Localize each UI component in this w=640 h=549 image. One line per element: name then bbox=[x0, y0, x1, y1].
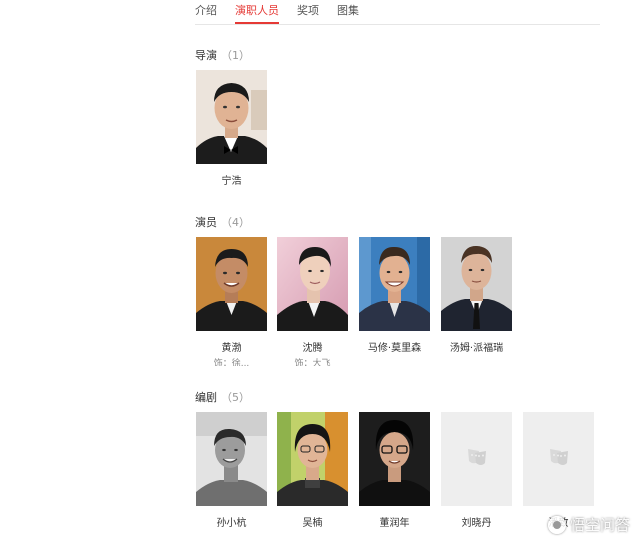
person-name[interactable]: 吴楠 bbox=[277, 514, 348, 529]
person-photo[interactable] bbox=[359, 237, 430, 331]
section-count: （4） bbox=[221, 216, 250, 229]
person-name[interactable]: 黄渤 bbox=[196, 339, 267, 354]
person-photo[interactable] bbox=[359, 412, 430, 506]
watermark-text: 悟空问答 bbox=[569, 516, 630, 534]
person-card-writer-4[interactable]: 刘晓丹 bbox=[441, 412, 512, 529]
person-name[interactable]: 刘晓丹 bbox=[441, 514, 512, 529]
section-title-actors: 演员 （4） bbox=[195, 214, 250, 230]
section-title-label: 演员 bbox=[195, 216, 217, 229]
person-card-writer-3[interactable]: 董润年 bbox=[359, 412, 430, 529]
person-photo[interactable] bbox=[196, 412, 267, 506]
section-title-writers: 编剧 （5） bbox=[195, 389, 250, 405]
section-title-label: 编剧 bbox=[195, 391, 217, 404]
person-photo[interactable] bbox=[441, 237, 512, 331]
tab-gallery[interactable]: 图集 bbox=[337, 2, 359, 24]
person-photo[interactable] bbox=[196, 237, 267, 331]
person-card-writer-2[interactable]: 吴楠 bbox=[277, 412, 348, 529]
person-name[interactable]: 宁浩 bbox=[196, 172, 267, 187]
person-card-actor-3[interactable]: 马修·莫里森 bbox=[359, 237, 430, 366]
section-count: （1） bbox=[221, 49, 250, 62]
person-role: 饰：徐... bbox=[213, 359, 250, 366]
person-name[interactable]: 马修·莫里森 bbox=[359, 339, 430, 354]
tab-awards[interactable]: 奖项 bbox=[297, 2, 319, 24]
person-name[interactable]: 汤姆·派福瑞 bbox=[441, 339, 512, 354]
person-name[interactable]: 沈腾 bbox=[277, 339, 348, 354]
section-title-director: 导演 （1） bbox=[195, 47, 250, 63]
tab-cast-crew[interactable]: 演职人员 bbox=[235, 2, 279, 24]
person-card-actor-2[interactable]: 沈腾 饰：大飞 bbox=[277, 237, 348, 366]
person-role bbox=[359, 356, 430, 366]
person-card-writer-1[interactable]: 孙小杭 bbox=[196, 412, 267, 529]
person-card-actor-4[interactable]: 汤姆·派福瑞 bbox=[441, 237, 512, 366]
person-name[interactable]: 董润年 bbox=[359, 514, 430, 529]
person-photo[interactable] bbox=[277, 237, 348, 331]
watermark-logo-icon bbox=[547, 515, 566, 534]
person-name[interactable]: 孙小杭 bbox=[196, 514, 267, 529]
section-title-label: 导演 bbox=[195, 49, 217, 62]
person-card-actor-1[interactable]: 黄渤 饰：徐... bbox=[196, 237, 267, 366]
person-placeholder-icon bbox=[468, 449, 486, 465]
person-card-director-1[interactable]: 宁浩 bbox=[196, 70, 267, 187]
section-count: （5） bbox=[221, 391, 250, 404]
person-photo[interactable] bbox=[196, 70, 267, 164]
person-role: 饰：大飞 bbox=[294, 359, 331, 366]
person-role bbox=[441, 356, 512, 366]
person-card-writer-5[interactable]: 潘致 bbox=[523, 412, 594, 529]
person-photo-placeholder[interactable] bbox=[441, 412, 512, 506]
person-photo-placeholder[interactable] bbox=[523, 412, 594, 506]
cast-crew-page: 介绍 演职人员 奖项 图集 导演 （1） 宁浩 演员（4） 黄渤 饰：徐... … bbox=[0, 0, 640, 549]
watermark: 悟空问答 bbox=[547, 514, 630, 535]
tab-intro[interactable]: 介绍 bbox=[195, 2, 217, 24]
person-placeholder-icon bbox=[550, 449, 568, 465]
person-photo[interactable] bbox=[277, 412, 348, 506]
tab-bar: 介绍 演职人员 奖项 图集 bbox=[195, 0, 600, 25]
